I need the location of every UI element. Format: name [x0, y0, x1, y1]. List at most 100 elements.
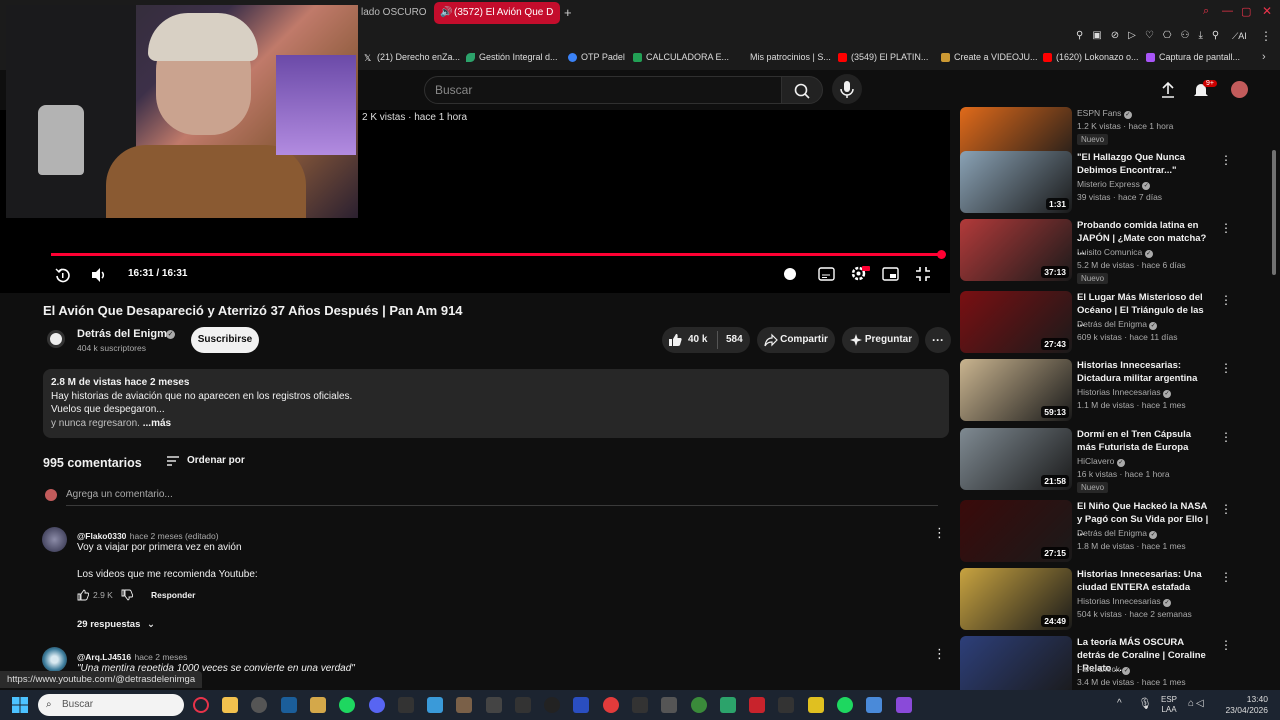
video-thumbnail[interactable]: 24:49 — [960, 568, 1072, 630]
chevron-right-icon[interactable]: › — [1262, 51, 1266, 63]
recommendation-title[interactable]: Dormí en el Tren Cápsula más Futurista d… — [1077, 428, 1209, 454]
app-icon[interactable] — [398, 697, 414, 713]
new-tab-button[interactable]: + — [564, 5, 572, 20]
subscribe-button[interactable]: Suscribirse — [191, 327, 259, 353]
recommendation-menu-button[interactable]: ⋮ — [1220, 361, 1232, 375]
app-icon[interactable] — [749, 697, 765, 713]
chevron-up-icon[interactable]: ^ — [1117, 698, 1122, 709]
recommendation-menu-button[interactable]: ⋮ — [1220, 221, 1232, 235]
video-thumbnail[interactable]: 59:13 — [960, 359, 1072, 421]
taskbar-search-input[interactable]: ⌕ Buscar — [38, 694, 184, 716]
app-icon[interactable] — [603, 697, 619, 713]
recommendation-menu-button[interactable]: ⋮ — [1220, 430, 1232, 444]
recommendation-menu-button[interactable]: ⋮ — [1220, 502, 1232, 516]
app-icon[interactable] — [661, 697, 677, 713]
replay-icon[interactable] — [54, 266, 72, 284]
recommendation-channel[interactable]: Detrás del Enigma ✓ — [1077, 528, 1158, 539]
scrollbar[interactable] — [1272, 150, 1276, 275]
discord-icon[interactable] — [369, 697, 385, 713]
channel-avatar[interactable] — [47, 330, 65, 348]
comment-menu-button[interactable]: ⋮ — [933, 525, 946, 541]
app-icon[interactable] — [632, 697, 648, 713]
commenter-avatar[interactable] — [42, 527, 67, 552]
xbox-icon[interactable] — [691, 697, 707, 713]
recommendation-item[interactable]: La teoría MÁS OSCURA detrás de Coraline … — [960, 636, 1260, 698]
app-icon[interactable] — [310, 697, 326, 713]
description-box[interactable]: 2.8 M de vistas hace 2 meses Hay histori… — [43, 369, 949, 438]
recommendation-title[interactable]: Historias Innecesarias: Una ciudad ENTER… — [1077, 568, 1209, 594]
video-thumbnail[interactable]: 27:43 — [960, 291, 1072, 353]
reply-button[interactable]: Responder — [151, 590, 195, 600]
microphone-icon[interactable]: 🎙 — [1138, 697, 1152, 710]
recommendation-item[interactable]: 24:49 Historias Innecesarias: Una ciudad … — [960, 568, 1260, 630]
browser-tab-active[interactable]: 🔊 (3572) El Avión Que D — [434, 2, 560, 24]
bookmark[interactable]: CALCULADORA E... — [633, 52, 729, 62]
extension-icons[interactable]: ⚲▣⊘▷♡⎔⚇⤓⚲ — [1076, 30, 1228, 41]
bookmark[interactable]: (3549) El PLATIN... — [838, 52, 928, 62]
recommendation-channel[interactable]: Luisito Comunica ✓ — [1077, 247, 1153, 258]
close-button[interactable]: ✕ — [1262, 4, 1272, 18]
bookmark[interactable]: 𝕏 (21) Derecho enZa... — [364, 52, 460, 63]
sort-icon[interactable] — [166, 455, 180, 467]
bookmark[interactable]: (1620) Lokonazo o... — [1043, 52, 1139, 62]
recommendation-channel[interactable]: ESPN Fans ✓ — [1077, 108, 1132, 119]
recommendation-item[interactable]: 59:13 Historias Innecesarias: Dictadura m… — [960, 359, 1260, 421]
recommendation-channel[interactable]: Farid Dieck ✓ — [1077, 664, 1131, 675]
spotify-icon[interactable] — [339, 697, 355, 713]
network-volume-icons[interactable]: ⌂◁ — [1188, 698, 1206, 709]
recommendation-menu-button[interactable]: ⋮ — [1220, 293, 1232, 307]
search-icon[interactable]: ⌕ — [1203, 5, 1209, 18]
thumbs-up-icon[interactable] — [77, 589, 89, 601]
maximize-button[interactable]: ▢ — [1241, 5, 1251, 18]
app-icon[interactable] — [808, 697, 824, 713]
scrub-handle[interactable] — [937, 250, 946, 259]
folder-icon[interactable] — [222, 697, 238, 713]
recommendation-item[interactable]: 21:58 Dormí en el Tren Cápsula más Futuri… — [960, 428, 1260, 493]
recommendation-item[interactable]: 37:13 Probando comida latina en JAPÓN | ¿… — [960, 219, 1260, 284]
commenter-avatar[interactable] — [42, 647, 67, 672]
bookmark[interactable]: OTP Padel — [568, 52, 625, 62]
chrome-icon[interactable] — [251, 697, 267, 713]
avatar[interactable] — [1231, 81, 1248, 98]
dislike-count[interactable]: 584 — [726, 334, 743, 345]
menu-icon[interactable]: ⋮ — [1260, 29, 1272, 43]
thumbs-up-icon[interactable] — [668, 333, 682, 347]
app-icon[interactable] — [544, 697, 560, 713]
opera-icon[interactable] — [193, 697, 209, 713]
channel-name[interactable]: Detrás del Enigma — [77, 328, 173, 340]
app-icon[interactable] — [456, 697, 472, 713]
windows-start-icon[interactable] — [12, 697, 28, 713]
browser-tab[interactable]: lado OSCURO d — [353, 2, 429, 24]
replies-toggle[interactable]: 29 respuestas ⌄ — [77, 619, 155, 630]
app-icon[interactable] — [486, 697, 502, 713]
comment-menu-button[interactable]: ⋮ — [933, 646, 946, 662]
search-input[interactable]: Buscar — [424, 76, 782, 104]
like-count[interactable]: 40 k — [688, 334, 707, 345]
upload-icon[interactable] — [1160, 81, 1176, 99]
minimize-button[interactable]: — — [1222, 5, 1233, 17]
photos-icon[interactable] — [866, 697, 882, 713]
recommendation-channel[interactable]: Historias Innecesarias ✓ — [1077, 387, 1171, 398]
recommendation-channel[interactable]: Misterio Express ✓ — [1077, 179, 1151, 190]
voice-search-button[interactable] — [832, 74, 862, 104]
app-icon[interactable] — [720, 697, 736, 713]
recommendation-item[interactable]: 27:43 El Lugar Más Misterioso del Océano … — [960, 291, 1260, 353]
language-indicator[interactable]: ESP LAA — [1161, 695, 1177, 715]
bookmark[interactable]: Gestión Integral d... — [466, 52, 558, 62]
ai-icon[interactable]: ⟋AI — [1232, 31, 1247, 42]
recommendation-menu-button[interactable]: ⋮ — [1220, 638, 1232, 652]
recommendation-channel[interactable]: Detrás del Enigma ✓ — [1077, 319, 1158, 330]
video-thumbnail[interactable]: 37:13 — [960, 219, 1072, 281]
bookmark[interactable]: Create a VIDEOJU... — [941, 52, 1038, 62]
add-comment-input[interactable]: Agrega un comentario... — [66, 489, 173, 500]
progress-bar[interactable] — [51, 253, 943, 256]
recommendation-channel[interactable]: Historias Innecesarias ✓ — [1077, 596, 1171, 607]
car-icon[interactable] — [515, 697, 531, 713]
video-thumbnail[interactable]: 27:15 — [960, 500, 1072, 562]
search-button[interactable] — [781, 76, 823, 104]
thumbs-down-icon[interactable] — [121, 589, 133, 601]
spotify-icon[interactable] — [837, 697, 853, 713]
video-thumbnail[interactable]: 21:58 — [960, 428, 1072, 490]
recommendation-item[interactable]: 1:31 "El Hallazgo Que Nunca Debimos Encon… — [960, 151, 1260, 213]
sort-button[interactable]: Ordenar por — [187, 455, 245, 466]
